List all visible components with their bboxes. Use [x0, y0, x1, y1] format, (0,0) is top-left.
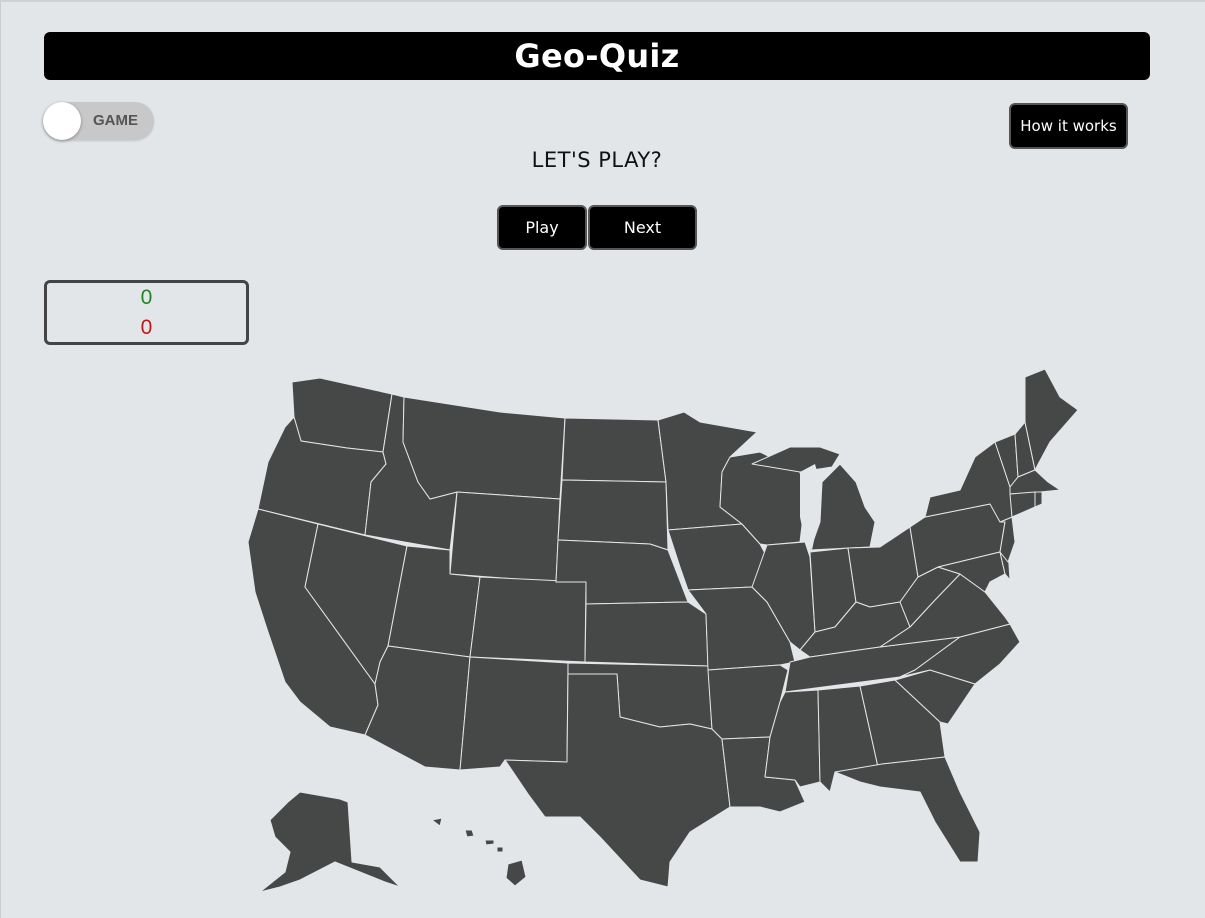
state-colorado[interactable] — [469, 576, 587, 663]
game-prompt: LET'S PLAY? — [531, 148, 663, 172]
state-south-dakota[interactable] — [557, 479, 669, 551]
header-bar: Geo-Quiz — [44, 32, 1150, 80]
state-wyoming[interactable] — [449, 491, 561, 583]
app-title: Geo-Quiz — [514, 37, 680, 75]
state-connecticut[interactable] — [1009, 491, 1036, 518]
state-hawaii[interactable] — [505, 859, 527, 887]
toggle-knob[interactable] — [43, 102, 81, 140]
state-rhode-island[interactable] — [1034, 491, 1043, 508]
toggle-label: GAME — [93, 112, 138, 129]
state-kansas[interactable] — [584, 601, 709, 667]
play-button[interactable]: Play — [497, 205, 587, 250]
state-michigan[interactable] — [809, 463, 876, 551]
next-button[interactable]: Next — [588, 205, 697, 250]
state-arizona[interactable] — [364, 645, 471, 771]
state-alaska[interactable] — [259, 791, 401, 893]
correct-count: 0 — [140, 286, 153, 309]
state-montana[interactable] — [402, 396, 566, 500]
wrong-count: 0 — [140, 316, 153, 339]
state-hawaii-islands[interactable] — [431, 817, 504, 853]
how-it-works-button[interactable]: How it works — [1009, 103, 1128, 149]
state-north-dakota[interactable] — [561, 417, 667, 483]
state-florida[interactable] — [834, 756, 981, 863]
state-new-mexico[interactable] — [459, 656, 569, 771]
game-mode-toggle[interactable]: GAME — [43, 102, 154, 140]
score-panel: 0 0 — [44, 280, 249, 345]
state-maine[interactable] — [1024, 368, 1079, 471]
state-washington[interactable] — [291, 377, 393, 453]
